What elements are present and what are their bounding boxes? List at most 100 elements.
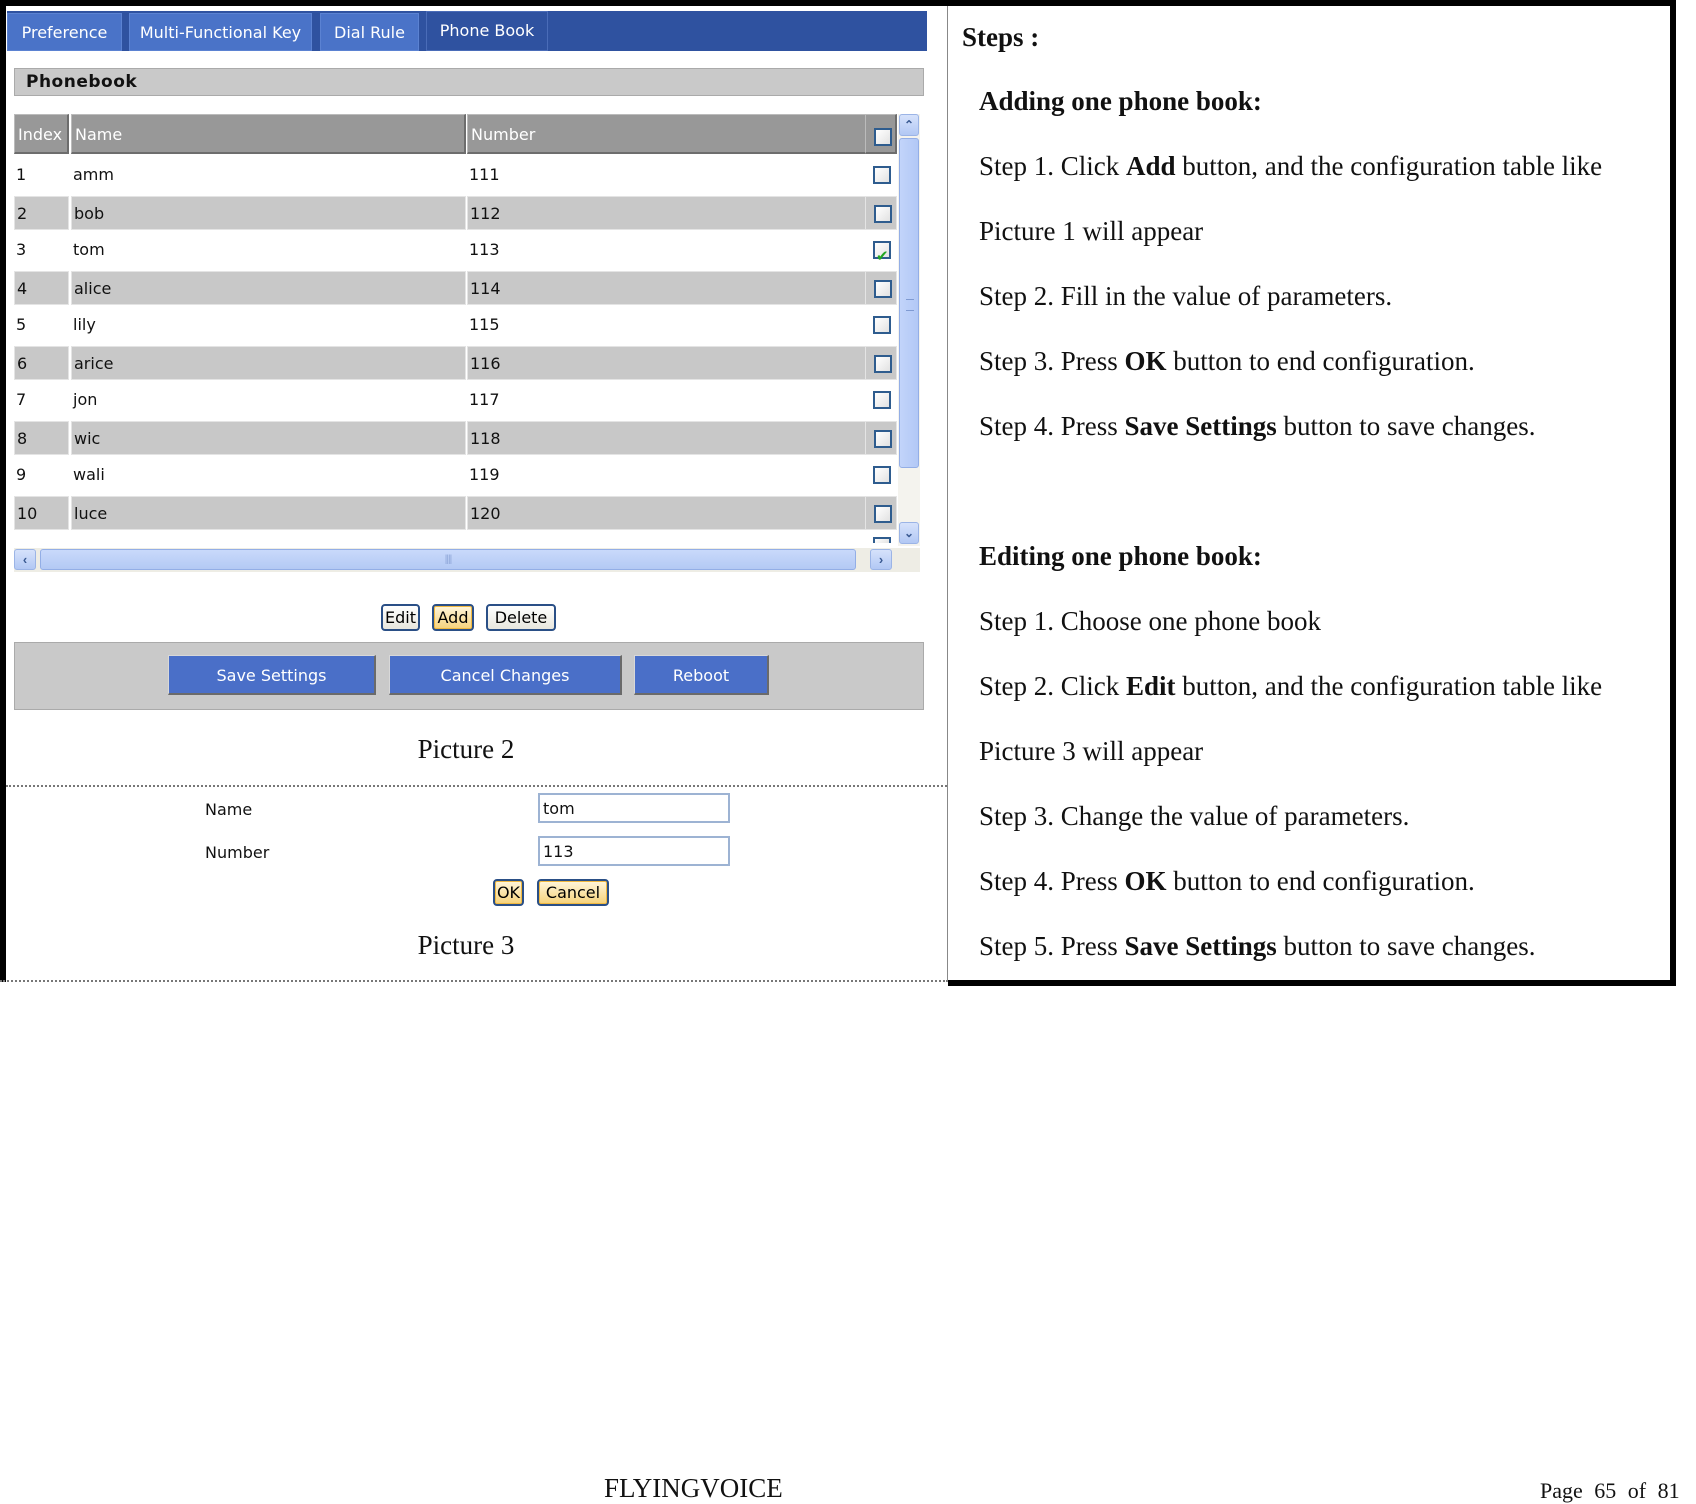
number-cell: 111 [469, 165, 500, 184]
step-text: button, and the configuration table like [1175, 151, 1603, 181]
name-cell: wic [71, 420, 466, 455]
scroll-right-arrow-icon[interactable]: › [870, 549, 892, 570]
select-cell [865, 158, 897, 192]
select-cell [865, 270, 897, 305]
scroll-up-arrow-icon[interactable]: ⌃ [899, 114, 919, 136]
tab-phone-book[interactable]: Phone Book [426, 11, 548, 51]
row-checkbox[interactable] [873, 391, 891, 409]
step-line: Step 3. Change the value of parameters. [979, 801, 1409, 832]
cancel-changes-button[interactable]: Cancel Changes [389, 655, 622, 695]
tab-multi-functional-key[interactable]: Multi-Functional Key [129, 13, 312, 51]
scroll-down-arrow-icon[interactable]: ⌄ [899, 522, 919, 544]
row-checkbox-partial[interactable] [873, 537, 891, 543]
step-text: button to save changes. [1276, 411, 1536, 441]
number-cell: 116 [467, 345, 875, 380]
row-checkbox[interactable] [874, 429, 892, 448]
step-line: Step 2. Click Edit button, and the confi… [979, 671, 1602, 702]
select-cell [865, 308, 897, 342]
row-checkbox[interactable] [874, 279, 892, 298]
number-cell: 119 [469, 465, 500, 484]
column-header-index[interactable]: Index [14, 114, 69, 154]
table-row[interactable]: 1 amm 111 [14, 158, 922, 192]
select-all-checkbox[interactable] [874, 128, 892, 146]
table-border-right [1670, 0, 1676, 986]
index-cell: 1 [16, 165, 27, 184]
cancel-button[interactable]: Cancel [537, 879, 609, 906]
step-text: button to end configuration. [1166, 346, 1475, 376]
name-input[interactable] [538, 793, 730, 823]
number-cell: 113 [469, 240, 500, 259]
table-row[interactable]: 2 bob 112 [14, 195, 922, 230]
section-header-phonebook: Phonebook [14, 68, 924, 96]
select-cell [865, 495, 897, 530]
save-settings-button[interactable]: Save Settings [168, 655, 376, 695]
table-row[interactable]: 6 arice 116 [14, 345, 922, 380]
step-text: Step 2. Click [979, 671, 1126, 701]
number-cell: 114 [467, 270, 875, 305]
table-border-bottom-left [0, 980, 948, 982]
edit-button[interactable]: Edit [381, 604, 420, 631]
vertical-scrollbar[interactable]: ⌃ ⌄ [898, 114, 920, 546]
add-button[interactable]: Add [432, 604, 474, 631]
column-header-select [865, 114, 897, 154]
adding-heading: Adding one phone book: [979, 86, 1262, 116]
reboot-button[interactable]: Reboot [634, 655, 769, 695]
step-line: Step 4. Press OK button to end configura… [979, 866, 1475, 897]
vertical-scroll-thumb[interactable] [899, 138, 919, 468]
step-line: Step 1. Choose one phone book [979, 606, 1321, 637]
tab-bar: Preference Multi-Functional Key Dial Rul… [7, 11, 927, 51]
name-cell: tom [73, 240, 105, 259]
step-text: Step 4. Press [979, 866, 1125, 896]
row-checkbox[interactable] [874, 354, 892, 373]
column-header-name[interactable]: Name [71, 114, 466, 154]
step-line: Step 2. Fill in the value of parameters. [979, 281, 1392, 312]
scroll-left-arrow-icon[interactable]: ‹ [14, 549, 36, 570]
table-border-bottom-right [948, 980, 1676, 986]
steps-panel: Steps : Adding one phone book: Step 1. C… [948, 6, 1670, 980]
table-row[interactable]: 8 wic 118 [14, 420, 922, 455]
table-row[interactable]: 10 luce 120 [14, 495, 922, 530]
step-line: Step 5. Press Save Settings button to sa… [979, 931, 1535, 962]
column-header-number[interactable]: Number [467, 114, 875, 154]
row-checkbox[interactable] [874, 204, 892, 223]
table-row[interactable]: 9 wali 119 [14, 458, 922, 492]
number-cell: 120 [467, 495, 875, 530]
name-cell: jon [73, 390, 98, 409]
row-checkbox[interactable] [874, 504, 892, 523]
step-keyword: OK [1124, 866, 1167, 896]
step-text: Picture 1 will appear [979, 216, 1204, 246]
step-line: Step 1. Click Add button, and the config… [979, 151, 1602, 182]
horizontal-scrollbar[interactable]: ‹ |||| › [14, 548, 920, 572]
ok-button[interactable]: OK [493, 879, 524, 906]
step-keyword: OK [1124, 346, 1167, 376]
tab-dial-rule[interactable]: Dial Rule [320, 13, 419, 51]
table-row[interactable]: 4 alice 114 [14, 270, 922, 305]
action-bar: Save Settings Cancel Changes Reboot [14, 642, 924, 710]
step-text: Step 4. Press [979, 411, 1125, 441]
step-keyword: Add [1126, 151, 1176, 181]
index-cell: 9 [16, 465, 27, 484]
table-border-left [0, 0, 6, 982]
row-checkbox[interactable] [873, 316, 891, 334]
table-row[interactable]: 7 jon 117 [14, 383, 922, 417]
row-checkbox[interactable] [873, 239, 891, 273]
table-row[interactable]: 3 tom 113 [14, 233, 922, 273]
tab-preference[interactable]: Preference [7, 13, 122, 51]
step-text: Step 2. Fill in the value of parameters. [979, 281, 1393, 311]
name-cell: wali [73, 465, 105, 484]
row-checkbox[interactable] [873, 166, 891, 184]
step-line: Picture 3 will appear [979, 736, 1203, 767]
picture-divider [6, 785, 947, 787]
caption-picture-2: Picture 2 [417, 734, 515, 764]
row-checkbox[interactable] [873, 466, 891, 484]
table-row[interactable]: 5 lily 115 [14, 308, 922, 342]
horizontal-scroll-thumb[interactable]: |||| [40, 549, 856, 570]
number-input[interactable] [538, 836, 730, 866]
name-cell: bob [71, 195, 466, 230]
step-text: Step 1. Choose one phone book [979, 606, 1321, 636]
index-cell: 8 [14, 420, 69, 455]
delete-button[interactable]: Delete [486, 604, 556, 631]
select-cell [865, 195, 897, 230]
step-text: Step 5. Press [979, 931, 1125, 961]
steps-title: Steps : [962, 22, 1040, 52]
